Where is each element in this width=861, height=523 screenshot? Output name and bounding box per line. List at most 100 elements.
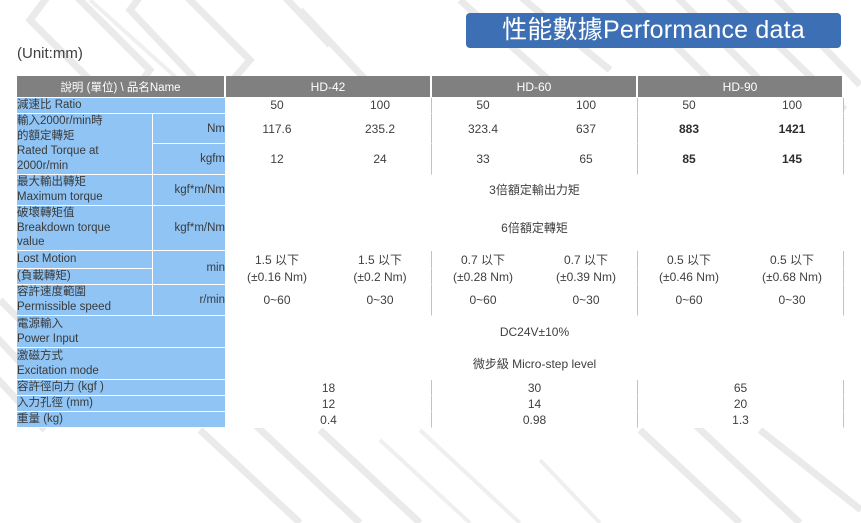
cell-radial-hd60: 30 xyxy=(432,380,638,397)
row-label-breakdown-torque: 破壞轉矩值 Breakdown torque value xyxy=(17,205,153,252)
cell-radial-hd90: 65 xyxy=(638,380,844,397)
permissible-label-line1: 容許速度範圍 xyxy=(17,286,86,299)
cell-bore-hd60: 14 xyxy=(432,396,638,413)
unit-breakdown-torque: kgf*m/Nm xyxy=(153,205,226,252)
page-title-banner: 性能數據Performance data xyxy=(466,13,841,48)
page-title: 性能數據Performance data xyxy=(502,16,805,44)
cell-loadtorque-hd90-100: (±0.68 Nm) xyxy=(741,269,844,286)
cell-lostmotion-hd42-50: 1.5 以下 xyxy=(226,251,329,270)
cell-lostmotion-hd90-100: 0.5 以下 xyxy=(741,251,844,270)
cell-loadtorque-hd42-50: (±0.16 Nm) xyxy=(226,269,329,286)
unit-permissible-speed: r/min xyxy=(153,285,226,317)
cell-lostmotion-hd60-50: 0.7 以下 xyxy=(432,251,535,270)
header-model-hd60: HD-60 xyxy=(432,76,638,98)
header-model-hd42: HD-42 xyxy=(226,76,432,98)
row-label-permissible-speed: 容許速度範圍 Permissible speed xyxy=(17,285,153,317)
cell-bore-hd90: 20 xyxy=(638,396,844,413)
breakdown-label-line2: Breakdown torque xyxy=(17,221,111,234)
cell-rated-kgfm-hd60-50: 33 xyxy=(432,144,535,175)
cell-bore-hd42: 12 xyxy=(226,396,432,413)
unit-lost-motion: min xyxy=(153,251,226,286)
table-row-lost-motion: Lost Motion min 1.5 以下 1.5 以下 0.7 以下 0.7… xyxy=(17,251,844,286)
unit-nm: Nm xyxy=(153,113,226,145)
cell-breakdown-torque-value: 6倍額定轉矩 xyxy=(226,205,844,252)
cell-rated-nm-hd60-100: 637 xyxy=(535,113,638,145)
table-row-weight: 重量 (kg) 0.4 0.98 1.3 xyxy=(17,412,844,428)
rated-torque-label-line1: 輸入2000r/min時 xyxy=(17,114,103,127)
power-input-label-line2: Power Input xyxy=(17,332,79,345)
cell-max-torque-value: 3倍額定輸出力矩 xyxy=(226,174,844,206)
table-row-max-torque: 最大輸出轉矩 Maximum torque kgf*m/Nm 3倍額定輸出力矩 xyxy=(17,174,844,206)
table-row-breakdown-torque: 破壞轉矩值 Breakdown torque value kgf*m/Nm 6倍… xyxy=(17,205,844,252)
cell-rated-nm-hd60-50: 323.4 xyxy=(432,113,535,145)
breakdown-label-line1: 破壞轉矩值 xyxy=(17,206,75,219)
cell-speed-hd42-50: 0~60 xyxy=(226,285,329,317)
cell-lostmotion-hd42-100: 1.5 以下 xyxy=(329,251,432,270)
cell-ratio-hd60-100: 100 xyxy=(535,98,638,114)
cell-ratio-hd42-100: 100 xyxy=(329,98,432,114)
row-label-radial-force: 容許徑向力 (kgf ) xyxy=(17,380,226,397)
power-input-label-line1: 電源輸入 xyxy=(17,317,63,330)
table-row-rated-torque-nm: 輸入2000r/min時 的額定轉矩 Rated Torque at 2000r… xyxy=(17,113,844,175)
cell-rated-kgfm-hd90-50: 85 xyxy=(638,144,741,175)
rated-torque-label-line4: 2000r/min xyxy=(17,159,69,172)
max-torque-label-line1: 最大輸出轉矩 xyxy=(17,175,86,188)
cell-rated-nm-hd90-50: 883 xyxy=(638,113,741,145)
breakdown-label-line3: value xyxy=(17,236,45,249)
cell-rated-nm-hd42-100: 235.2 xyxy=(329,113,432,145)
row-label-power-input: 電源輸入 Power Input xyxy=(17,316,226,349)
table-row-radial-force: 容許徑向力 (kgf ) 18 30 65 xyxy=(17,380,844,397)
row-label-load-torque: (負載轉矩) xyxy=(17,269,153,286)
cell-speed-hd60-50: 0~60 xyxy=(432,285,535,317)
cell-ratio-hd90-50: 50 xyxy=(638,98,741,114)
row-label-weight: 重量 (kg) xyxy=(17,412,226,428)
cell-ratio-hd90-100: 100 xyxy=(741,98,844,114)
cell-rated-kgfm-hd60-100: 65 xyxy=(535,144,638,175)
rated-torque-label-line3: Rated Torque at xyxy=(17,144,99,157)
cell-speed-hd90-100: 0~30 xyxy=(741,285,844,317)
max-torque-label-line2: Maximum torque xyxy=(17,190,103,203)
unit-note: (Unit:mm) xyxy=(17,45,83,62)
cell-rated-kgfm-hd90-100: 145 xyxy=(741,144,844,175)
permissible-label-line2: Permissible speed xyxy=(17,301,111,314)
cell-loadtorque-hd90-50: (±0.46 Nm) xyxy=(638,269,741,286)
cell-excitation-mode-value: 微步級 Micro-step level xyxy=(226,348,844,381)
table-row-input-bore: 入力孔徑 (mm) 12 14 20 xyxy=(17,396,844,413)
cell-loadtorque-hd60-50: (±0.28 Nm) xyxy=(432,269,535,286)
table-row-ratio: 減速比 Ratio 50 100 50 100 50 100 xyxy=(17,98,844,114)
table-row-excitation-mode: 激磁方式 Excitation mode 微步級 Micro-step leve… xyxy=(17,348,844,381)
performance-data-table: 說明 (單位) \ 品名Name HD-42 HD-60 HD-90 減速比 R… xyxy=(17,76,844,428)
row-label-input-bore: 入力孔徑 (mm) xyxy=(17,396,226,413)
cell-lostmotion-hd60-100: 0.7 以下 xyxy=(535,251,638,270)
cell-rated-nm-hd90-100: 1421 xyxy=(741,113,844,145)
cell-weight-hd90: 1.3 xyxy=(638,412,844,428)
cell-rated-kgfm-hd42-50: 12 xyxy=(226,144,329,175)
row-label-max-torque: 最大輸出轉矩 Maximum torque xyxy=(17,174,153,206)
header-first-col: 說明 (單位) \ 品名Name xyxy=(17,76,226,98)
cell-loadtorque-hd60-100: (±0.39 Nm) xyxy=(535,269,638,286)
cell-speed-hd60-100: 0~30 xyxy=(535,285,638,317)
performance-data-page: 性能數據Performance data (Unit:mm) 說明 (單位) \… xyxy=(0,0,861,523)
table-row-permissible-speed: 容許速度範圍 Permissible speed r/min 0~60 0~30… xyxy=(17,285,844,317)
cell-power-input-value: DC24V±10% xyxy=(226,316,844,349)
excitation-label-line2: Excitation mode xyxy=(17,364,99,377)
excitation-label-line1: 激磁方式 xyxy=(17,349,63,362)
table-row-power-input: 電源輸入 Power Input DC24V±10% xyxy=(17,316,844,349)
cell-speed-hd42-100: 0~30 xyxy=(329,285,432,317)
cell-loadtorque-hd42-100: (±0.2 Nm) xyxy=(329,269,432,286)
cell-weight-hd60: 0.98 xyxy=(432,412,638,428)
header-model-hd90: HD-90 xyxy=(638,76,844,98)
row-label-rated-torque: 輸入2000r/min時 的額定轉矩 Rated Torque at 2000r… xyxy=(17,113,153,175)
cell-weight-hd42: 0.4 xyxy=(226,412,432,428)
cell-lostmotion-hd90-50: 0.5 以下 xyxy=(638,251,741,270)
row-label-lost-motion: Lost Motion xyxy=(17,251,153,270)
table-header-row: 說明 (單位) \ 品名Name HD-42 HD-60 HD-90 xyxy=(17,76,844,98)
unit-max-torque: kgf*m/Nm xyxy=(153,174,226,206)
row-label-excitation-mode: 激磁方式 Excitation mode xyxy=(17,348,226,381)
cell-rated-kgfm-hd42-100: 24 xyxy=(329,144,432,175)
cell-speed-hd90-50: 0~60 xyxy=(638,285,741,317)
unit-kgfm: kgfm xyxy=(153,144,226,175)
table-row-load-torque: (負載轉矩) (±0.16 Nm) (±0.2 Nm) (±0.28 Nm) (… xyxy=(17,269,844,286)
row-label-ratio: 減速比 Ratio xyxy=(17,98,226,114)
cell-ratio-hd60-50: 50 xyxy=(432,98,535,114)
